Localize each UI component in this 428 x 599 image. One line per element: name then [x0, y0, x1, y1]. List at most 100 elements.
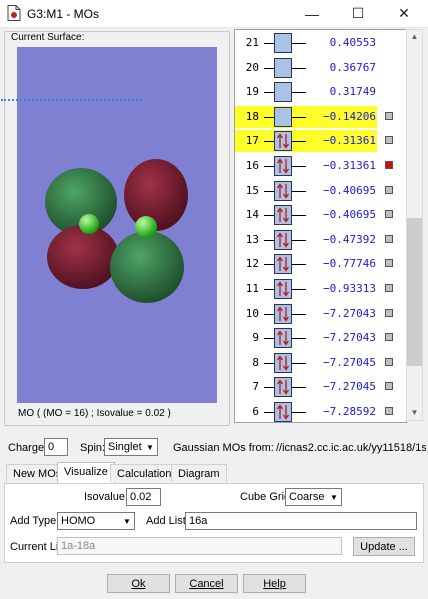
mo-energy: −7.27045 [323, 380, 376, 394]
mo-energy: −0.31361 [323, 134, 376, 148]
mo-number: 14 [245, 208, 259, 222]
mo-occupancy-box[interactable] [274, 180, 292, 201]
electron-pair-icon [276, 182, 290, 199]
cancel-button[interactable]: Cancel [175, 574, 238, 593]
mo-row[interactable]: 8 −7.27045 [235, 351, 406, 375]
mo-select-checkbox[interactable] [385, 210, 393, 219]
mo-energy: −7.27045 [323, 355, 376, 369]
mo-occupancy-box[interactable] [274, 82, 292, 103]
mo-occupancy-box[interactable] [274, 229, 292, 250]
tab-calculation[interactable]: Calculation [110, 464, 179, 482]
tab-visualize[interactable]: Visualize [57, 462, 115, 484]
electron-pair-icon [276, 355, 290, 371]
mo-select-checkbox[interactable] [385, 136, 393, 145]
mo-select-checkbox[interactable] [385, 407, 393, 415]
chevron-down-icon: ▼ [330, 492, 338, 502]
ok-button[interactable]: Ok [107, 574, 170, 593]
electron-pair-icon [276, 379, 290, 396]
close-button[interactable]: ✕ [381, 0, 427, 27]
mo-number: 17 [245, 134, 259, 148]
mo-number: 10 [245, 306, 259, 320]
mo-row[interactable]: 7 −7.27045 [235, 375, 406, 399]
mo-row[interactable]: 14 −0.40695 [235, 203, 406, 227]
maximize-button[interactable]: ☐ [335, 0, 381, 27]
mo-select-checkbox[interactable] [385, 111, 393, 120]
mo-occupancy-box[interactable] [274, 254, 292, 275]
mo-energy-list[interactable]: 21 0.40553 20 0.36767 19 0.31749 18 −0.14206 17 −… [234, 29, 407, 423]
cube-grid-value: Coarse [289, 491, 325, 503]
mo-occupancy-box[interactable] [274, 156, 292, 176]
mo-number: 9 [252, 331, 259, 345]
chevron-down-icon: ▼ [146, 442, 154, 452]
mo-row[interactable]: 16 −0.31361 [235, 154, 406, 178]
mo-occupancy-box[interactable] [274, 33, 292, 53]
app-document-icon [7, 5, 21, 21]
mo-energy: −0.77746 [323, 257, 376, 271]
help-button[interactable]: Help [243, 574, 306, 593]
mo-number: 12 [245, 257, 259, 271]
mo-row[interactable]: 9 −7.27043 [235, 326, 406, 350]
mo-select-checkbox[interactable] [385, 161, 393, 169]
isovalue-field[interactable]: 0.02 [126, 488, 161, 506]
mo-row[interactable]: 20 0.36767 [235, 56, 406, 80]
mo-row[interactable]: 10 −7.27043 [235, 302, 406, 326]
current-surface-label: Current Surface: [10, 32, 86, 43]
scroll-up-icon[interactable]: ▲ [407, 32, 422, 41]
mo-number: 6 [252, 405, 259, 418]
mo-occupancy-box[interactable] [274, 106, 292, 127]
mo-select-checkbox[interactable] [385, 333, 393, 342]
electron-pair-icon [276, 404, 290, 420]
tab-diagram[interactable]: Diagram [171, 464, 227, 482]
mo-row[interactable]: 6 −7.28592 [235, 400, 406, 422]
mo-occupancy-box[interactable] [274, 57, 292, 78]
mo-energy: 0.40553 [329, 36, 376, 49]
atom-left [79, 214, 99, 234]
mo-row[interactable]: 17 −0.31361 [235, 129, 406, 153]
cube-grid-select[interactable]: Coarse ▼ [285, 488, 342, 506]
ok-label: Ok [131, 578, 146, 590]
charge-field[interactable]: 0 [44, 438, 68, 456]
mo-select-checkbox[interactable] [385, 259, 393, 268]
mo-row[interactable]: 15 −0.40695 [235, 179, 406, 203]
mo-select-checkbox[interactable] [385, 357, 393, 366]
mo-occupancy-box[interactable] [274, 352, 292, 373]
spin-select[interactable]: Singlet ▼ [104, 438, 158, 456]
mo-occupancy-box[interactable] [274, 205, 292, 226]
mo-select-checkbox[interactable] [385, 284, 393, 292]
add-list-label: Add List: [146, 515, 189, 527]
mo-number: 20 [245, 60, 259, 74]
current-list-field: 1a-18a [57, 537, 342, 555]
electron-pair-icon [276, 330, 290, 346]
mo-occupancy-box[interactable] [274, 279, 292, 299]
mo-occupancy-box[interactable] [274, 303, 292, 324]
mo-occupancy-box[interactable] [274, 402, 292, 422]
mo-occupancy-box[interactable] [274, 328, 292, 349]
mo-select-checkbox[interactable] [385, 185, 393, 194]
scroll-down-icon[interactable]: ▼ [407, 408, 422, 417]
mo-select-checkbox[interactable] [385, 234, 393, 243]
electron-pair-icon [276, 232, 290, 248]
mo-row[interactable]: 12 −0.77746 [235, 252, 406, 276]
mo-energy: 0.36767 [329, 60, 376, 74]
mo-energy: −0.47392 [323, 232, 376, 246]
update-button[interactable]: Update ... [353, 537, 415, 556]
mo-select-checkbox[interactable] [385, 382, 393, 391]
mo-row[interactable]: 13 −0.47392 [235, 228, 406, 252]
mo-occupancy-box[interactable] [274, 377, 292, 398]
mo-row[interactable]: 19 0.31749 [235, 80, 406, 104]
mo-row[interactable]: 18 −0.14206 [235, 105, 406, 129]
homo-lumo-separator [1, 99, 142, 101]
mo-energy: −0.14206 [323, 109, 376, 123]
mo-row[interactable]: 21 0.40553 [235, 31, 406, 55]
mo-select-checkbox[interactable] [385, 308, 393, 317]
spin-value: Singlet [108, 441, 142, 453]
minimize-button[interactable]: — [289, 0, 335, 27]
add-type-select[interactable]: HOMO ▼ [57, 512, 135, 530]
mo-number: 11 [245, 282, 259, 295]
help-label: Help [263, 578, 286, 590]
source-path: //icnas2.cc.ic.ac.uk/yy11518/1styearl [276, 442, 426, 454]
mo-occupancy-box[interactable] [274, 131, 292, 152]
scrollbar-thumb[interactable] [407, 218, 422, 366]
mo-row[interactable]: 11 −0.93313 [235, 277, 406, 301]
add-list-field[interactable]: 16a [185, 512, 417, 530]
